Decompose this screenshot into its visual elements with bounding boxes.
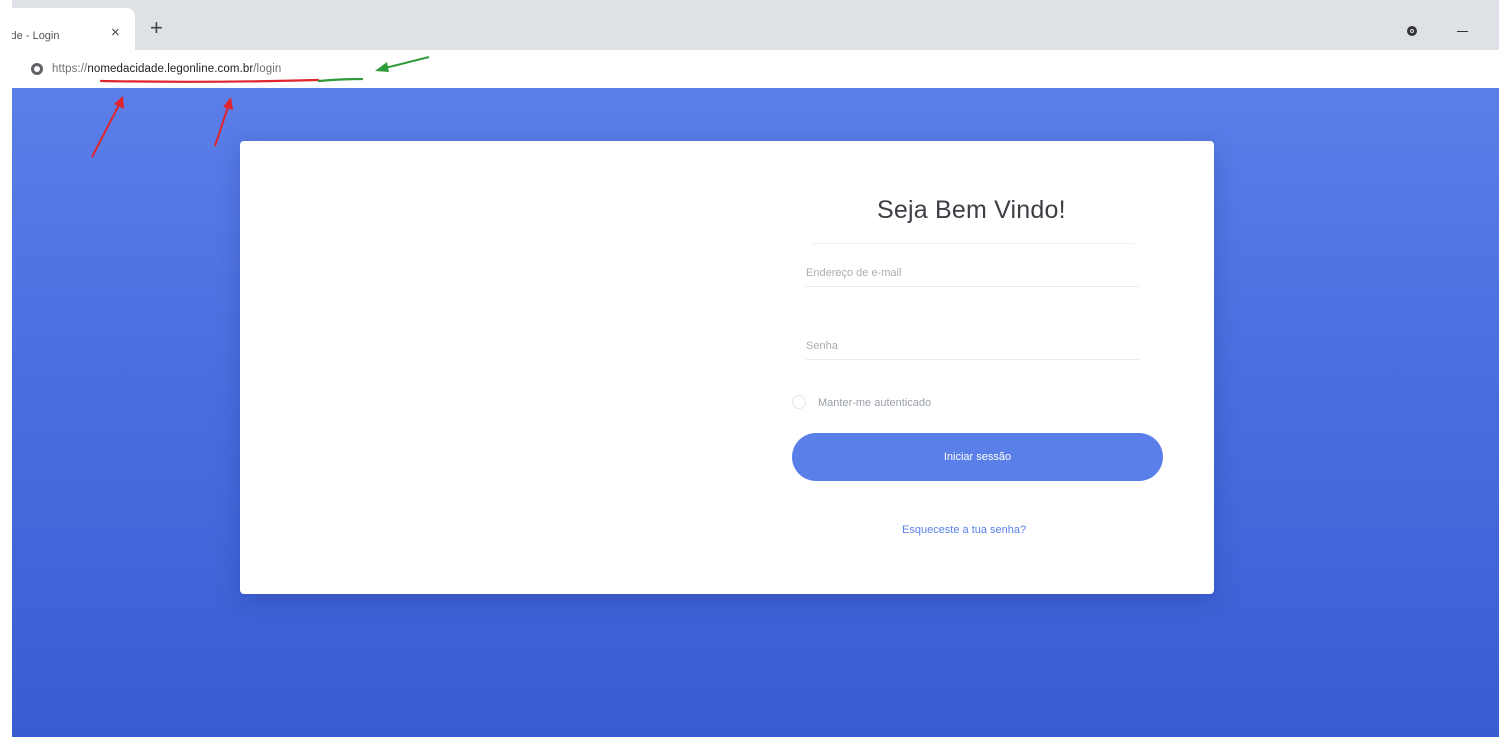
address-bar[interactable]: https://nomedacidade.legonline.com.br/lo…: [0, 50, 1499, 88]
url-scheme: https://: [52, 63, 88, 75]
remember-me-checkbox[interactable]: [792, 395, 806, 409]
new-tab-icon[interactable]: +: [150, 17, 163, 39]
login-button[interactable]: Iniciar sessão: [792, 433, 1163, 481]
title-divider: [812, 243, 1134, 244]
remember-me-label[interactable]: Manter-me autenticado: [818, 397, 931, 409]
minimize-icon[interactable]: [1457, 31, 1468, 32]
url-path: /login: [253, 63, 282, 75]
url-host: nomedacidade.legonline.com.br: [87, 63, 254, 75]
profile-icon[interactable]: [1407, 26, 1417, 36]
email-field[interactable]: [806, 260, 1139, 287]
page-title: Seja Bem Vindo!: [877, 196, 1066, 224]
url-text[interactable]: https://nomedacidade.legonline.com.br/lo…: [52, 63, 281, 75]
tab-close-icon[interactable]: ×: [111, 25, 120, 40]
browser-tab[interactable]: lade - Login ×: [0, 8, 135, 50]
browser-tab-bar: lade - Login × +: [0, 0, 1499, 50]
globe-icon[interactable]: [31, 63, 43, 75]
forgot-password-link[interactable]: Esqueceste a tua senha?: [902, 524, 1026, 536]
window-edge: [0, 0, 12, 737]
login-card: [240, 141, 1214, 594]
password-field[interactable]: [806, 333, 1139, 360]
